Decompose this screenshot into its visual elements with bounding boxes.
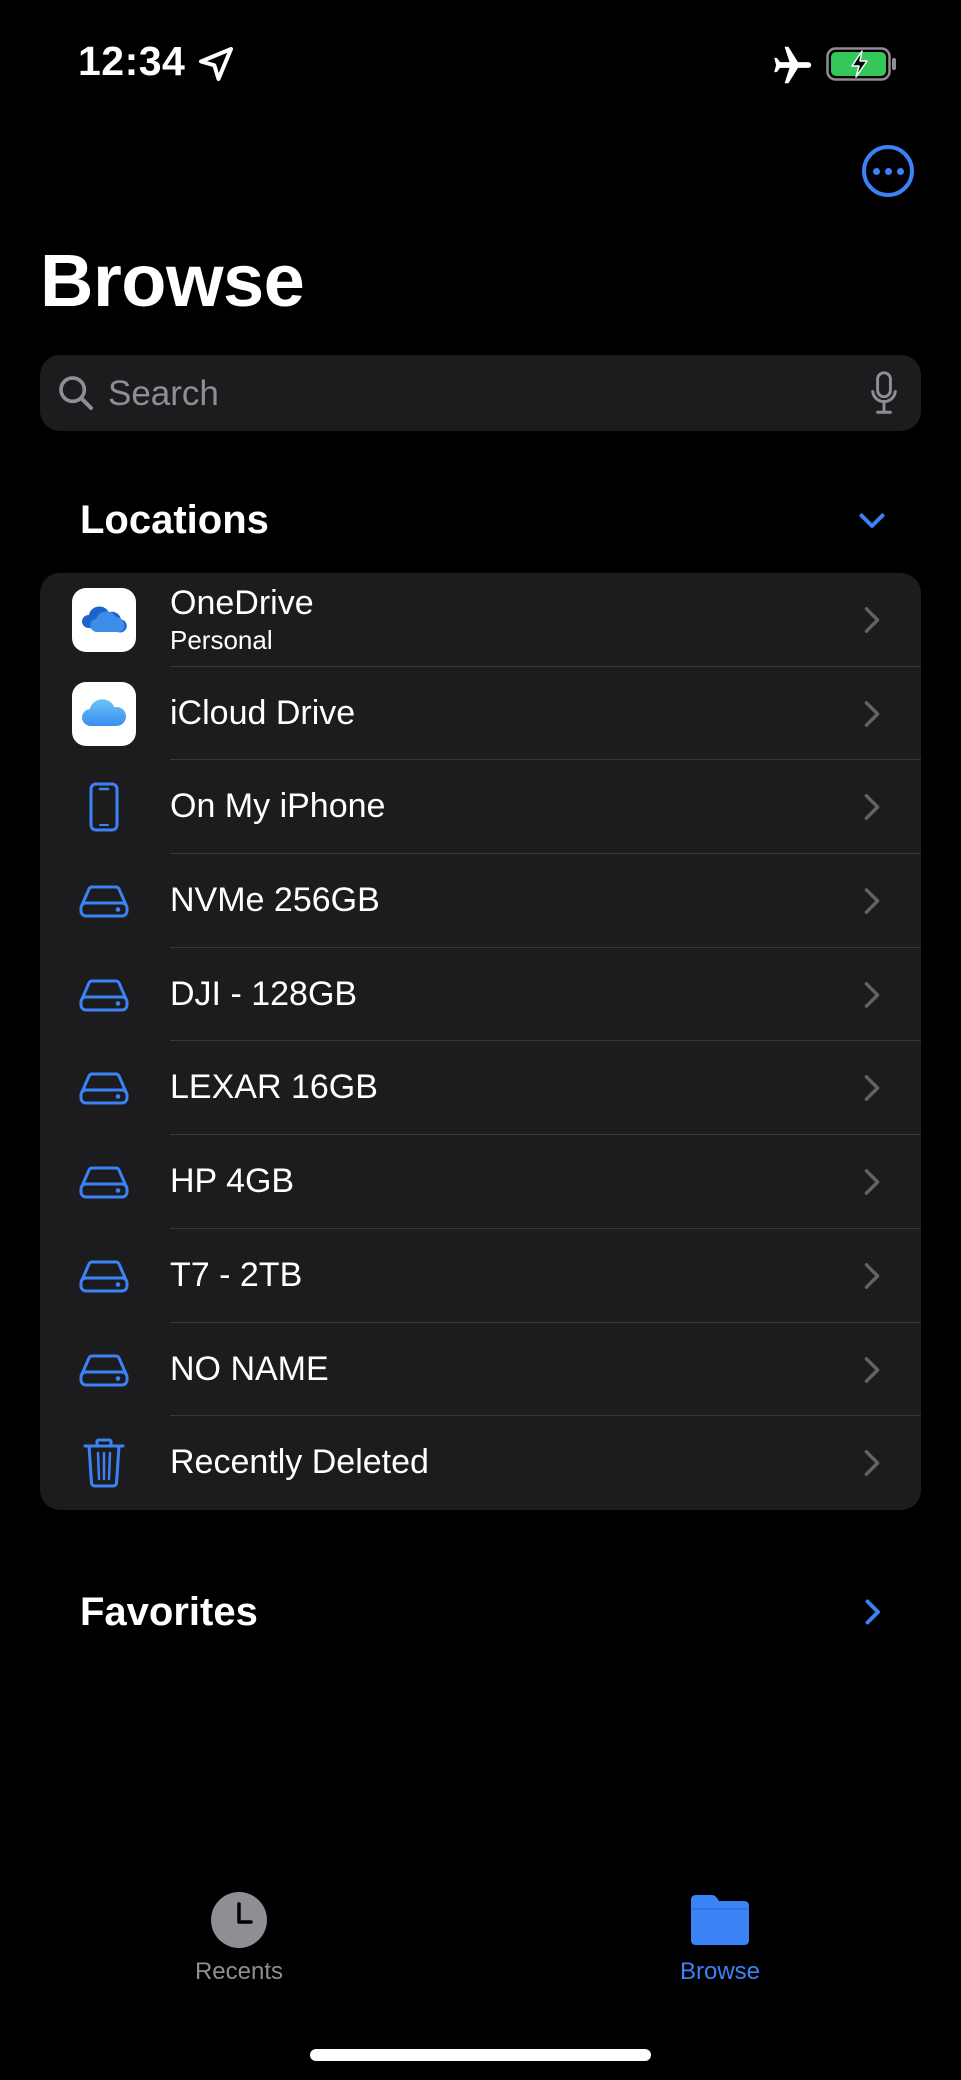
external-drive-icon [72, 1150, 136, 1214]
location-onedrive[interactable]: OneDrive Personal [40, 573, 921, 667]
chevron-right-icon [864, 1356, 880, 1383]
chevron-right-icon [864, 981, 880, 1008]
chevron-right-icon[interactable] [854, 1594, 890, 1630]
icloud-icon [72, 681, 136, 746]
chevron-down-icon[interactable] [854, 502, 890, 538]
chevron-right-icon [864, 607, 880, 633]
chevron-right-icon [864, 1075, 880, 1102]
location-dji-128gb[interactable]: DJI - 128GB [40, 948, 921, 1042]
location-label: LEXAR 16GB [170, 1068, 378, 1107]
location-icloud-drive[interactable]: iCloud Drive [40, 667, 921, 761]
home-indicator[interactable] [310, 2049, 651, 2061]
microphone-icon[interactable] [869, 371, 899, 415]
locations-list: OneDrive Personal iCloud Drive On My iPh… [40, 573, 921, 1510]
location-label: Recently Deleted [170, 1443, 429, 1482]
external-drive-icon [72, 869, 136, 933]
location-nvme-256gb[interactable]: NVMe 256GB [40, 854, 921, 948]
more-options-button[interactable] [862, 145, 914, 197]
status-time: 12:34 [78, 38, 186, 84]
location-on-my-iphone[interactable]: On My iPhone [40, 760, 921, 855]
search-icon [59, 376, 93, 410]
tab-label: Browse [679, 1958, 761, 1985]
more-dot [872, 167, 880, 175]
location-label: HP 4GB [170, 1162, 295, 1201]
locations-section-header[interactable]: Locations [80, 490, 885, 550]
locations-title: Locations [80, 498, 269, 542]
location-t7-2tb[interactable]: T7 - 2TB [40, 1229, 921, 1323]
external-drive-icon [72, 963, 136, 1027]
location-label: DJI - 128GB [170, 974, 358, 1013]
location-arrow-icon [199, 47, 233, 81]
external-drive-icon [72, 1338, 136, 1402]
clock-icon [211, 1892, 267, 1948]
location-label: On My iPhone [170, 787, 386, 826]
onedrive-icon [72, 588, 136, 652]
battery-charging-icon [826, 47, 896, 81]
chevron-right-icon [864, 1169, 880, 1196]
favorites-title: Favorites [80, 1590, 258, 1634]
trash-icon [72, 1431, 136, 1495]
chevron-right-icon [864, 1450, 880, 1477]
favorites-section-header[interactable]: Favorites [80, 1582, 880, 1642]
location-recently-deleted[interactable]: Recently Deleted [40, 1416, 921, 1510]
tab-label: Recents [194, 1958, 284, 1985]
more-dot [896, 167, 904, 175]
location-label: T7 - 2TB [170, 1255, 303, 1294]
tab-browse[interactable]: Browse [620, 1890, 820, 1986]
airplane-mode-icon [774, 46, 812, 84]
folder-icon [691, 1895, 749, 1945]
location-label: OneDrive [170, 584, 314, 622]
search-bar[interactable] [40, 355, 921, 433]
search-input[interactable] [106, 355, 870, 433]
location-hp-4gb[interactable]: HP 4GB [40, 1135, 921, 1229]
status-bar: 12:34 [0, 0, 961, 130]
chevron-right-icon [864, 1262, 880, 1289]
chevron-right-icon [864, 700, 880, 727]
more-dot [884, 167, 892, 175]
iphone-icon [72, 775, 136, 839]
location-no-name[interactable]: NO NAME [40, 1323, 921, 1417]
location-sublabel: Personal [170, 625, 273, 655]
page-title: Browse [40, 239, 305, 322]
external-drive-icon [72, 1244, 136, 1308]
location-label: NO NAME [170, 1349, 329, 1388]
location-lexar-16gb[interactable]: LEXAR 16GB [40, 1041, 921, 1136]
chevron-right-icon [864, 794, 880, 821]
location-label: NVMe 256GB [170, 881, 380, 920]
external-drive-icon [72, 1056, 136, 1120]
tab-recents[interactable]: Recents [139, 1890, 339, 1986]
chevron-right-icon [864, 888, 880, 914]
location-label: iCloud Drive [170, 693, 356, 732]
